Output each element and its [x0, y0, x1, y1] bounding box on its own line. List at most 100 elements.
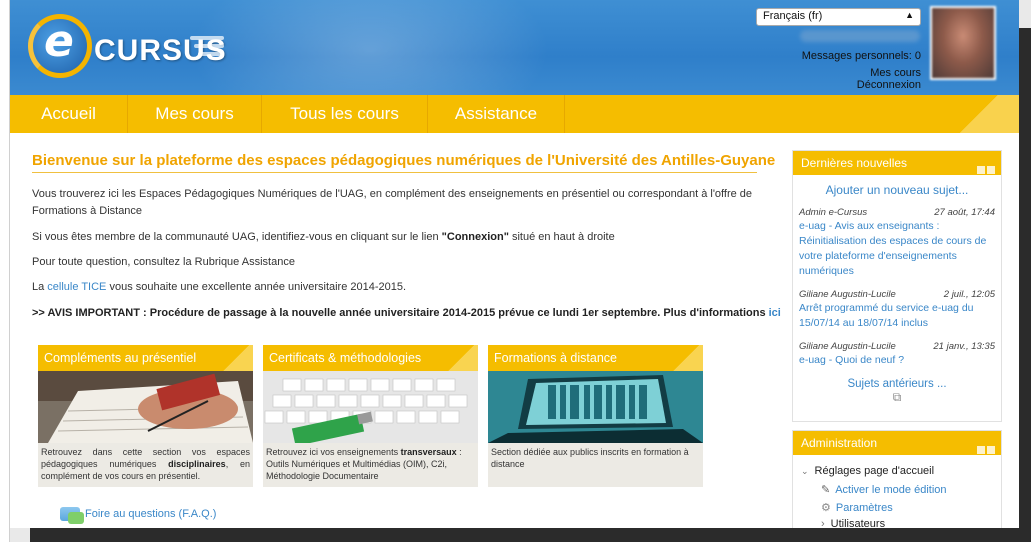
logo-bars-icon [190, 32, 230, 62]
news-block-header: Dernières nouvelles [793, 151, 1001, 175]
news-date: 21 janv., 13:35 [933, 341, 995, 352]
select-arrows-icon: ▲ [905, 10, 914, 20]
left-edge [0, 0, 10, 542]
user-name-blurred[interactable] [800, 30, 920, 42]
language-select[interactable]: Français (fr) ▲ [756, 8, 921, 26]
nav-item-assistance[interactable]: Assistance [428, 95, 565, 133]
dock-icon[interactable] [987, 446, 995, 454]
nav-item-mes-cours[interactable]: Mes cours [128, 95, 262, 133]
logout-link[interactable]: Déconnexion [857, 79, 921, 91]
user-links: Mes cours Déconnexion [800, 67, 921, 91]
tice-paragraph: La cellule TICE vous souhaite une excell… [32, 279, 757, 296]
news-item: Giliane Augustin-Lucile 2 juil., 12:05 Ar… [793, 289, 1001, 331]
settings-label: Réglages page d'accueil [814, 465, 935, 477]
card-distance[interactable]: Formations à distance Section dédiée aux… [488, 345, 703, 487]
news-author: Admin e-Cursus [799, 207, 868, 218]
chevron-right-icon: › [821, 518, 825, 528]
chevron-down-icon: ⌄ [801, 466, 809, 476]
tice-link[interactable]: cellule TICE [47, 281, 106, 293]
card-text-bold: transversaux [400, 447, 457, 457]
rss-icon[interactable]: ⧉ [793, 390, 1001, 405]
news-author: Giliane Augustin-Lucile [799, 289, 896, 300]
older-topics-link[interactable]: Sujets antérieurs ... [793, 378, 1001, 390]
edit-mode-item[interactable]: ✎ Activer le mode édition [821, 483, 947, 496]
card-image-writing [38, 371, 253, 443]
card-image-keyboard [263, 371, 478, 443]
card-fold [438, 345, 478, 371]
edit-mode-link[interactable]: Activer le mode édition [835, 484, 946, 496]
page: e CURSUS Français (fr) ▲ Messages person… [10, 0, 1019, 528]
news-title: Dernières nouvelles [801, 156, 908, 170]
intro-paragraph: Vous trouverez ici les Espaces Pédagogiq… [32, 188, 753, 217]
messages-link[interactable]: Messages personnels: 0 [800, 50, 921, 62]
news-item: Giliane Augustin-Lucile 21 janv., 13:35 e… [793, 341, 1001, 368]
news-item-link[interactable]: e-uag - Quoi de neuf ? [799, 353, 995, 368]
card-title: Compléments au présentiel [44, 351, 197, 365]
card-text-bold: disciplinaires [168, 459, 226, 469]
block-controls[interactable] [975, 438, 995, 454]
news-item-link[interactable]: Arrêt programmé du service e-uag du 15/0… [799, 301, 995, 331]
header: e CURSUS Français (fr) ▲ Messages person… [10, 0, 1019, 95]
params-link[interactable]: Paramètres [836, 502, 893, 514]
add-topic-link[interactable]: Ajouter un nouveau sujet... [793, 183, 1001, 197]
tice-text-1: La [32, 281, 48, 293]
card-text-1: Retrouvez ici vos enseignements [266, 447, 401, 457]
notice-link[interactable]: ici [769, 307, 781, 319]
faq-bubble-icon [68, 512, 84, 524]
card-header[interactable]: Formations à distance [488, 345, 703, 371]
card-presentiel[interactable]: Compléments au présentiel Retrouvez dans… [38, 345, 253, 487]
block-controls[interactable] [975, 158, 995, 174]
news-block: Dernières nouvelles Ajouter un nouveau s… [792, 150, 1002, 422]
news-date: 27 août, 17:44 [934, 207, 995, 218]
news-item: Admin e-Cursus 27 août, 17:44 e-uag - Avi… [793, 207, 1001, 279]
my-courses-link[interactable]: Mes cours [870, 67, 921, 79]
window-frame-right [1019, 28, 1031, 542]
pencil-icon: ✎ [821, 484, 831, 496]
collapse-icon[interactable] [977, 166, 985, 174]
collapse-icon[interactable] [977, 446, 985, 454]
card-certificats[interactable]: Certificats & méthodologies Retrouvez ic… [263, 345, 478, 487]
nav-item-tous-les-cours[interactable]: Tous les cours [262, 95, 428, 133]
title-divider [32, 172, 757, 173]
gear-icon: ⚙ [821, 502, 831, 514]
admin-block-header: Administration [793, 431, 1001, 455]
login-text-bold: "Connexion" [441, 231, 509, 243]
users-item[interactable]: › Utilisateurs [821, 518, 885, 528]
nav-stripe [939, 95, 1019, 133]
avatar[interactable] [930, 6, 996, 80]
card-description: Retrouvez dans cette section vos espaces… [41, 446, 250, 482]
logo-letter[interactable]: e [44, 16, 74, 67]
card-title: Certificats & méthodologies [269, 351, 422, 365]
important-notice: >> AVIS IMPORTANT : Procédure de passage… [32, 307, 781, 319]
tice-text-2: vous souhaite une excellente année unive… [106, 281, 407, 293]
login-text-1: Si vous êtes membre de la communauté UAG… [32, 231, 442, 243]
main-nav: Accueil Mes cours Tous les cours Assista… [10, 95, 1019, 133]
news-date: 2 juil., 12:05 [943, 289, 995, 300]
admin-title: Administration [801, 436, 878, 450]
assistance-paragraph: Pour toute question, consultez la Rubriq… [32, 256, 295, 268]
nav-item-accueil[interactable]: Accueil [10, 95, 128, 133]
news-item-link[interactable]: e-uag - Avis aux enseignants : Réinitial… [799, 219, 995, 279]
login-paragraph: Si vous êtes membre de la communauté UAG… [32, 229, 757, 246]
page-title: Bienvenue sur la plateforme des espaces … [32, 152, 776, 169]
card-description: Retrouvez ici vos enseignements transver… [266, 446, 475, 482]
card-title: Formations à distance [494, 351, 617, 365]
header-swoosh [190, 0, 550, 95]
news-author: Giliane Augustin-Lucile [799, 341, 896, 352]
card-fold [663, 345, 703, 371]
dock-icon[interactable] [987, 166, 995, 174]
card-fold [213, 345, 253, 371]
card-description: Section dédiée aux publics inscrits en f… [491, 446, 700, 470]
notice-text: >> AVIS IMPORTANT : Procédure de passage… [32, 307, 769, 319]
admin-block: Administration ⌄ Réglages page d'accueil … [792, 430, 1002, 528]
card-header[interactable]: Compléments au présentiel [38, 345, 253, 371]
card-text-1: Section dédiée aux publics inscrits en f… [491, 447, 689, 469]
card-header[interactable]: Certificats & méthodologies [263, 345, 478, 371]
window-frame-bottom [30, 528, 1031, 542]
language-value: Français (fr) [763, 10, 823, 22]
settings-node[interactable]: ⌄ Réglages page d'accueil [801, 465, 934, 477]
login-text-2: situé en haut à droite [508, 231, 615, 243]
card-image-laptop-books [488, 371, 703, 443]
params-item[interactable]: ⚙ Paramètres [821, 501, 893, 514]
faq-link[interactable]: Foire au questions (F.A.Q.) [85, 508, 216, 520]
